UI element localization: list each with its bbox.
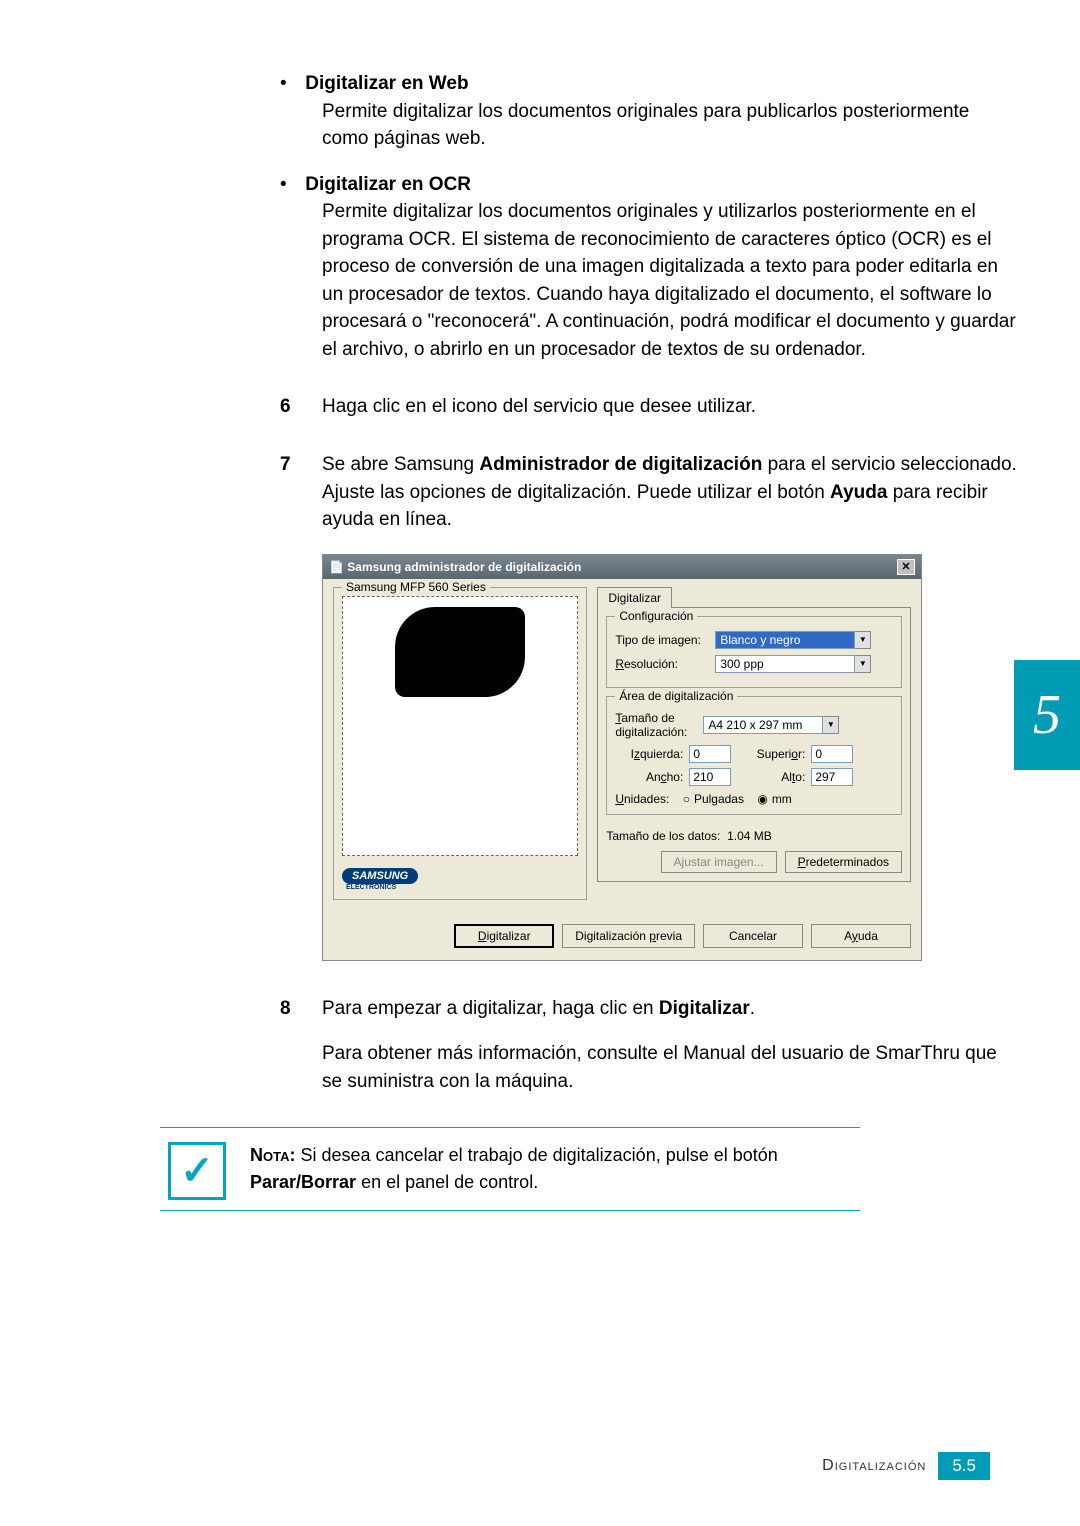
cancel-button[interactable]: Cancelar <box>703 924 803 948</box>
samsung-logo: SAMSUNG <box>342 868 418 884</box>
bullet-web: • Digitalizar en Web Permite digitalizar… <box>280 70 1020 153</box>
step-6: 6 Haga clic en el icono del servicio que… <box>280 393 1020 421</box>
scan-button[interactable]: Digitalizar <box>454 924 554 948</box>
note-block: ✓ Nota: Si desea cancelar el trabajo de … <box>160 1127 860 1211</box>
units-inches-radio[interactable]: ○ <box>683 792 690 806</box>
chapter-tab: 5 <box>1014 660 1080 770</box>
image-type-select[interactable]: Blanco y negro <box>715 631 855 649</box>
scan-manager-dialog: 📄 Samsung administrador de digitalizació… <box>322 554 922 961</box>
adjust-image-button[interactable]: Ajustar imagen... <box>661 851 777 873</box>
scan-area-group: Área de digitalización Tamaño de digital… <box>606 696 902 815</box>
close-icon[interactable]: ✕ <box>897 559 915 575</box>
scan-size-select[interactable]: A4 210 x 297 mm <box>703 716 823 734</box>
dialog-titlebar: 📄 Samsung administrador de digitalizació… <box>323 555 921 579</box>
note-icon: ✓ <box>168 1142 226 1200</box>
step-8: 8 Para empezar a digitalizar, haga clic … <box>280 995 1020 1096</box>
chevron-down-icon[interactable]: ▼ <box>823 716 839 734</box>
bullet-ocr: • Digitalizar en OCR Permite digitalizar… <box>280 171 1020 364</box>
defaults-button[interactable]: Predeterminados <box>785 851 902 873</box>
height-field[interactable] <box>811 768 853 786</box>
bullet-ocr-title: Digitalizar en OCR <box>305 174 471 195</box>
page-number: 5.5 <box>938 1452 990 1480</box>
bullet-web-title: Digitalizar en Web <box>305 73 468 94</box>
chevron-down-icon[interactable]: ▼ <box>855 655 871 673</box>
help-button[interactable]: Ayuda <box>811 924 911 948</box>
bullet-web-desc: Permite digitalizar los documentos origi… <box>322 98 1020 153</box>
preview-thumbnail <box>395 607 525 697</box>
config-group: Configuración Tipo de imagen: Blanco y n… <box>606 616 902 688</box>
top-field[interactable] <box>811 745 853 763</box>
data-size-label: Tamaño de los datos: 1.04 MB <box>606 829 902 843</box>
preview-button[interactable]: Digitalización previa <box>562 924 695 948</box>
page-footer: Digitalización 5.5 <box>822 1452 990 1480</box>
tab-digitalizar[interactable]: Digitalizar <box>597 587 672 608</box>
preview-area[interactable] <box>342 596 578 856</box>
bullet-ocr-desc: Permite digitalizar los documentos origi… <box>322 198 1020 363</box>
resolution-select[interactable]: 300 ppp <box>715 655 855 673</box>
dialog-title: 📄 Samsung administrador de digitalizació… <box>329 560 581 574</box>
chevron-down-icon[interactable]: ▼ <box>855 631 871 649</box>
step-7: 7 Se abre Samsung Administrador de digit… <box>280 451 1020 534</box>
device-group: Samsung MFP 560 Series SAMSUNG ELECTRONI… <box>333 587 587 900</box>
left-field[interactable] <box>689 745 731 763</box>
width-field[interactable] <box>689 768 731 786</box>
units-mm-radio[interactable]: ◉ <box>757 792 767 806</box>
